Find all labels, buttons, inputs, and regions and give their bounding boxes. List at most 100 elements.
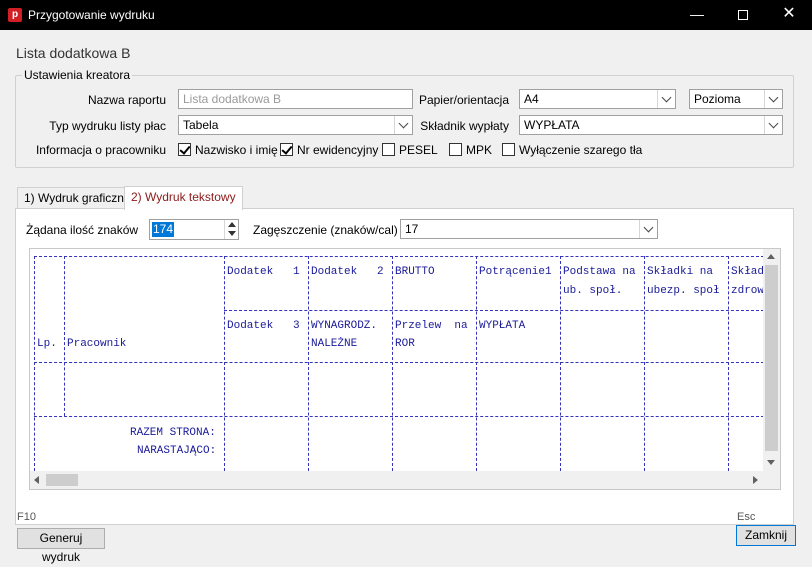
payslip-type-label: Typ wydruku listy płac — [49, 119, 166, 133]
orientation-combo[interactable]: Pozioma — [689, 89, 783, 109]
preview-rule — [728, 256, 729, 471]
dialog-content: Lista dodatkowa B Ustawienia kreatora Na… — [0, 30, 812, 564]
tab-graphic-print[interactable]: 1) Wydruk graficzny — [17, 187, 137, 209]
orientation-value: Pozioma — [694, 92, 741, 106]
payslip-type-combo[interactable]: Tabela — [178, 115, 413, 135]
scroll-right-icon[interactable] — [753, 476, 758, 484]
preview-cell: Składki na — [647, 266, 714, 278]
close-window-button[interactable]: ✕ — [766, 0, 812, 30]
preview-cell: Przelew na — [395, 320, 468, 332]
density-value: 17 — [405, 222, 419, 236]
employee-info-label: Informacja o pracowniku — [35, 143, 166, 157]
tab-text-print[interactable]: 2) Wydruk tekstowy — [124, 186, 243, 210]
generate-shortcut: F10 — [17, 511, 36, 523]
preview-cell: Lp. — [37, 338, 57, 350]
chars-spin-buttons[interactable] — [224, 220, 238, 239]
component-combo[interactable]: WYPŁATA — [519, 115, 783, 135]
component-value: WYPŁATA — [524, 118, 580, 132]
preview-cell: NARASTAJĄCO: — [137, 445, 217, 457]
text-preview[interactable]: Dodatek 1 Dodatek 2 BRUTTO Potrącenie1 P… — [29, 248, 781, 490]
horizontal-scroll-thumb[interactable] — [46, 474, 78, 486]
preview-cell: Dodatek 3 — [227, 320, 300, 332]
window-title: Przygotowanie wydruku — [28, 8, 155, 22]
checkbox-mpk-label: MPK — [466, 143, 493, 157]
checkbox-mpk[interactable] — [449, 143, 462, 156]
maximize-icon — [738, 10, 748, 20]
checkbox-pesel[interactable] — [382, 143, 395, 156]
preview-rule — [224, 310, 764, 311]
vertical-scroll-thumb[interactable] — [765, 265, 778, 451]
minimize-button[interactable]: — — [674, 0, 720, 30]
checkbox-disable-gray-label: Wyłączenie szarego tła — [519, 143, 643, 157]
preview-cell: WYNAGRODZ. — [311, 320, 378, 332]
report-name-input[interactable]: Lista dodatkowa B — [178, 89, 413, 109]
spin-down-icon[interactable] — [228, 231, 236, 236]
preview-rule — [392, 256, 393, 471]
preview-cell: zdrow — [731, 285, 764, 297]
preview-rule — [224, 256, 225, 471]
preview-cell: Dodatek 1 — [227, 266, 300, 278]
preview-rule — [308, 256, 309, 471]
preview-cell: ubezp. społ — [647, 285, 720, 297]
text-print-panel: Żądana ilość znaków 174 Zagęszczenie (zn… — [15, 208, 794, 525]
checkbox-name-surname-label: Nazwisko i imię — [195, 143, 278, 157]
preview-rule — [644, 256, 645, 471]
chars-label: Żądana ilość znaków — [26, 223, 139, 237]
preview-cell: Skład — [731, 266, 764, 278]
paper-dropdown-button[interactable] — [657, 90, 675, 108]
component-dropdown-button[interactable] — [764, 116, 782, 134]
chars-spinbox[interactable]: 174 — [149, 219, 239, 240]
density-label: Zagęszczenie (znaków/cal) — [253, 223, 398, 237]
spin-up-icon[interactable] — [228, 222, 236, 227]
preview-rule — [34, 256, 35, 471]
close-shortcut: Esc — [737, 511, 756, 523]
window-titlebar: p Przygotowanie wydruku — ✕ — [0, 0, 812, 30]
preview-rule — [34, 416, 764, 417]
checkbox-pesel-label: PESEL — [399, 143, 438, 157]
preview-rule — [64, 256, 65, 416]
checkbox-record-number[interactable] — [280, 143, 293, 156]
preview-cell: RAZEM STRONA: — [130, 427, 216, 439]
chevron-down-icon — [661, 92, 672, 103]
scroll-up-icon[interactable] — [767, 254, 775, 259]
preview-cell: Potrącenie1 — [479, 266, 552, 278]
settings-groupbox: Ustawienia kreatora Nazwa raportu Lista … — [15, 68, 794, 168]
generate-print-button[interactable]: Generuj wydruk — [17, 528, 105, 564]
preview-rule — [476, 256, 477, 471]
preview-cell: WYPŁATA — [479, 320, 526, 332]
maximize-button[interactable] — [720, 0, 766, 30]
checkbox-disable-gray[interactable] — [502, 143, 515, 156]
preview-vertical-scrollbar[interactable] — [763, 249, 780, 471]
report-name-label: Nazwa raportu — [87, 93, 166, 107]
preview-cell: Podstawa na — [563, 266, 636, 278]
scroll-left-icon[interactable] — [34, 476, 39, 484]
chevron-down-icon — [768, 92, 779, 103]
page-title: Lista dodatkowa B — [16, 45, 131, 61]
preview-rule — [560, 256, 561, 471]
preview-cell: Dodatek 2 — [311, 266, 384, 278]
paper-combo[interactable]: A4 — [519, 89, 676, 109]
preview-cell: ROR — [395, 338, 415, 350]
chars-value: 174 — [152, 222, 175, 237]
chevron-down-icon — [643, 222, 654, 233]
preview-cell: Pracownik — [67, 338, 127, 350]
preview-cell: ub. społ. — [563, 285, 623, 297]
preview-cell: BRUTTO — [395, 266, 435, 278]
close-button[interactable]: Zamknij — [736, 525, 796, 546]
scroll-down-icon[interactable] — [767, 460, 775, 465]
paper-label: Papier/orientacja — [418, 93, 509, 107]
chevron-down-icon — [768, 118, 779, 129]
density-dropdown-button[interactable] — [639, 220, 657, 238]
app-logo-icon: p — [8, 8, 22, 22]
preview-rule — [34, 362, 764, 363]
checkbox-record-number-label: Nr ewidencyjny — [297, 143, 379, 157]
preview-cell: NALEŻNE — [311, 338, 358, 350]
settings-legend: Ustawienia kreatora — [22, 68, 133, 82]
component-label: Składnik wypłaty — [420, 119, 509, 133]
preview-horizontal-scrollbar[interactable] — [30, 471, 764, 489]
orientation-dropdown-button[interactable] — [764, 90, 782, 108]
density-combo[interactable]: 17 — [400, 219, 658, 239]
checkbox-name-surname[interactable] — [178, 143, 191, 156]
paper-value: A4 — [524, 92, 539, 106]
scroll-corner — [764, 471, 780, 489]
